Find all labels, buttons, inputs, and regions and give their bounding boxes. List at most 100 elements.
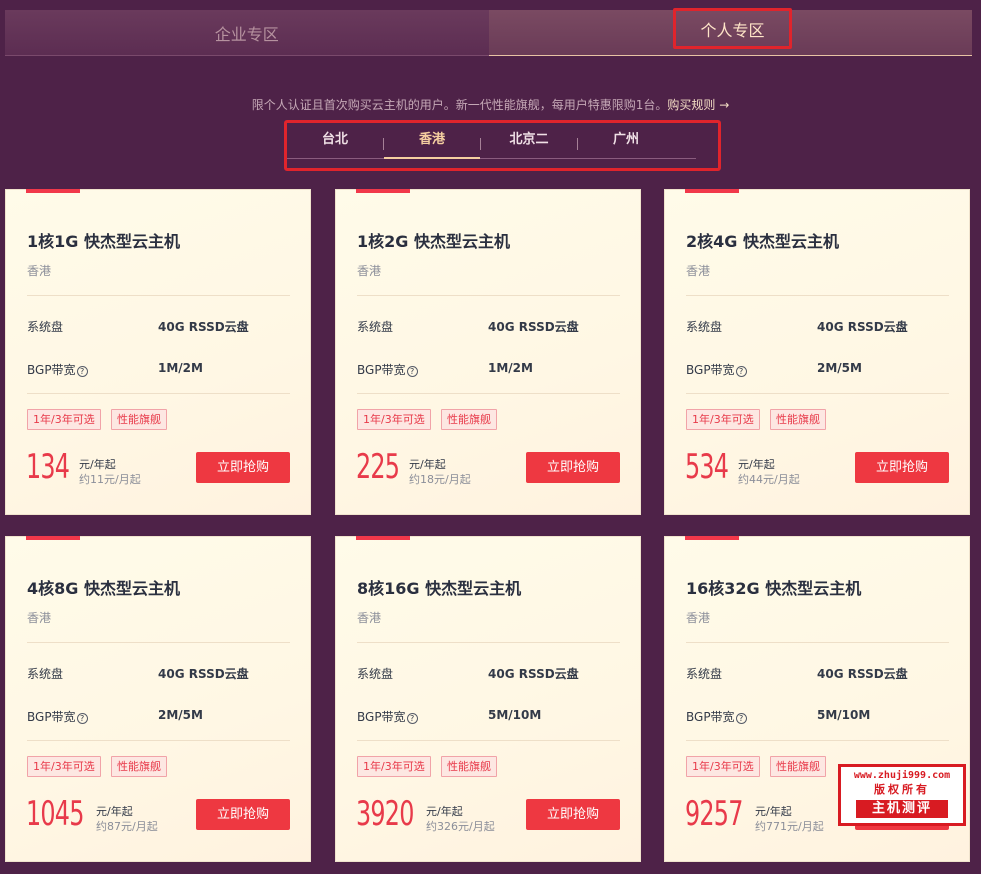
buy-now-button[interactable]: 立即抢购	[855, 452, 949, 483]
purchase-rules-link[interactable]: 购买规则 →	[667, 98, 729, 112]
disk-value: 40G RSSD云盘	[158, 667, 249, 681]
flagship-tag: 性能旗舰	[441, 409, 497, 430]
bandwidth-value: 2M/5M	[158, 708, 203, 722]
price-monthly: 约87元/月起	[96, 820, 158, 833]
bandwidth-value: 1M/2M	[488, 361, 533, 375]
region-tab-taipei[interactable]: 台北	[287, 124, 383, 159]
product-card: 8核16G 快杰型云主机 香港 系统盘 40G RSSD云盘 BGP带宽? 5M…	[335, 536, 641, 862]
flagship-tag: 性能旗舰	[770, 756, 826, 777]
price-value: 9257	[685, 794, 743, 834]
product-card: 1核2G 快杰型云主机 香港 系统盘 40G RSSD云盘 BGP带宽? 1M/…	[335, 189, 641, 515]
bandwidth-label-wrap: BGP带宽?	[686, 361, 747, 378]
flagship-tag: 性能旗舰	[111, 756, 167, 777]
region-tabs: 台北 香港 北京二 广州	[287, 124, 696, 159]
tab-personal-zone-label: 个人专区	[700, 20, 765, 40]
help-icon[interactable]: ?	[76, 713, 88, 724]
disk-label: 系统盘	[357, 320, 394, 334]
watermark-rights: 版权所有	[874, 783, 930, 796]
divider	[686, 393, 949, 394]
watermark-brand: 主机测评	[856, 800, 948, 818]
price-unit: 元/年起	[79, 458, 116, 471]
disk-value: 40G RSSD云盘	[817, 320, 908, 334]
product-card: 4核8G 快杰型云主机 香港 系统盘 40G RSSD云盘 BGP带宽? 2M/…	[5, 536, 311, 862]
help-icon[interactable]: ?	[406, 713, 418, 724]
buy-now-button[interactable]: 立即抢购	[526, 799, 620, 830]
price-value: 3920	[356, 794, 414, 834]
divider	[686, 295, 949, 296]
help-icon[interactable]: ?	[76, 366, 88, 377]
product-title: 2核4G 快杰型云主机	[686, 232, 839, 251]
product-card: 2核4G 快杰型云主机 香港 系统盘 40G RSSD云盘 BGP带宽? 2M/…	[664, 189, 970, 515]
bandwidth-value: 5M/10M	[488, 708, 542, 722]
product-title: 1核1G 快杰型云主机	[27, 232, 180, 251]
product-region: 香港	[27, 264, 52, 278]
term-tag: 1年/3年可选	[686, 409, 760, 430]
disk-label: 系统盘	[686, 667, 723, 681]
price-monthly: 约11元/月起	[79, 473, 141, 486]
help-icon[interactable]: ?	[406, 366, 418, 377]
product-title: 16核32G 快杰型云主机	[686, 579, 862, 598]
disk-label: 系统盘	[357, 667, 394, 681]
bandwidth-label: BGP带宽	[686, 710, 735, 724]
help-icon[interactable]: ?	[735, 713, 747, 724]
product-region: 香港	[686, 264, 711, 278]
price-unit: 元/年起	[409, 458, 446, 471]
region-tab-beijing2[interactable]: 北京二	[481, 124, 577, 159]
price-monthly: 约771元/月起	[755, 820, 824, 833]
tab-personal-zone-highlight[interactable]: 个人专区	[673, 8, 792, 49]
help-icon[interactable]: ?	[735, 366, 747, 377]
disk-value: 40G RSSD云盘	[488, 667, 579, 681]
buy-now-button[interactable]: 立即抢购	[196, 799, 290, 830]
price-value: 534	[685, 447, 729, 487]
disk-value: 40G RSSD云盘	[488, 320, 579, 334]
flagship-tag: 性能旗舰	[770, 409, 826, 430]
disk-value: 40G RSSD云盘	[158, 320, 249, 334]
bandwidth-value: 2M/5M	[817, 361, 862, 375]
flagship-tag: 性能旗舰	[111, 409, 167, 430]
bandwidth-label: BGP带宽	[357, 363, 406, 377]
product-card: 1核1G 快杰型云主机 香港 系统盘 40G RSSD云盘 BGP带宽? 1M/…	[5, 189, 311, 515]
region-tab-hongkong[interactable]: 香港	[384, 124, 480, 159]
region-tab-guangzhou[interactable]: 广州	[578, 124, 674, 159]
bandwidth-label-wrap: BGP带宽?	[27, 708, 88, 725]
bandwidth-label: BGP带宽	[27, 363, 76, 377]
term-tag: 1年/3年可选	[27, 756, 101, 777]
bandwidth-label-wrap: BGP带宽?	[357, 361, 418, 378]
divider	[357, 642, 620, 643]
product-region: 香港	[686, 611, 711, 625]
disk-value: 40G RSSD云盘	[817, 667, 908, 681]
disk-label: 系统盘	[27, 667, 64, 681]
divider	[27, 642, 290, 643]
bandwidth-label-wrap: BGP带宽?	[27, 361, 88, 378]
buy-now-button[interactable]: 立即抢购	[196, 452, 290, 483]
term-tag: 1年/3年可选	[686, 756, 760, 777]
product-title: 4核8G 快杰型云主机	[27, 579, 180, 598]
bandwidth-label: BGP带宽	[357, 710, 406, 724]
zone-tabs: 企业专区	[5, 10, 972, 56]
promo-notice-text: 限个人认证且首次购买云主机的用户。新一代性能旗舰，每用户特惠限购1台。	[251, 98, 668, 112]
watermark-url: www.zhuji999.com	[853, 770, 951, 781]
disk-label: 系统盘	[27, 320, 64, 334]
bandwidth-label: BGP带宽	[27, 710, 76, 724]
price-monthly: 约18元/月起	[409, 473, 471, 486]
flagship-tag: 性能旗舰	[441, 756, 497, 777]
product-region: 香港	[27, 611, 52, 625]
term-tag: 1年/3年可选	[357, 756, 431, 777]
price-monthly: 约44元/月起	[738, 473, 800, 486]
price-value: 134	[26, 447, 70, 487]
disk-label: 系统盘	[686, 320, 723, 334]
price-unit: 元/年起	[426, 805, 463, 818]
bandwidth-label: BGP带宽	[686, 363, 735, 377]
product-region: 香港	[357, 611, 382, 625]
bandwidth-label-wrap: BGP带宽?	[357, 708, 418, 725]
divider	[357, 740, 620, 741]
tab-enterprise-zone[interactable]: 企业专区	[5, 10, 489, 56]
price-unit: 元/年起	[738, 458, 775, 471]
term-tag: 1年/3年可选	[27, 409, 101, 430]
watermark-stamp: www.zhuji999.com 版权所有 主机测评	[838, 764, 966, 826]
price-unit: 元/年起	[755, 805, 792, 818]
price-value: 1045	[26, 794, 84, 834]
divider	[686, 642, 949, 643]
buy-now-button[interactable]: 立即抢购	[526, 452, 620, 483]
price-value: 225	[356, 447, 400, 487]
